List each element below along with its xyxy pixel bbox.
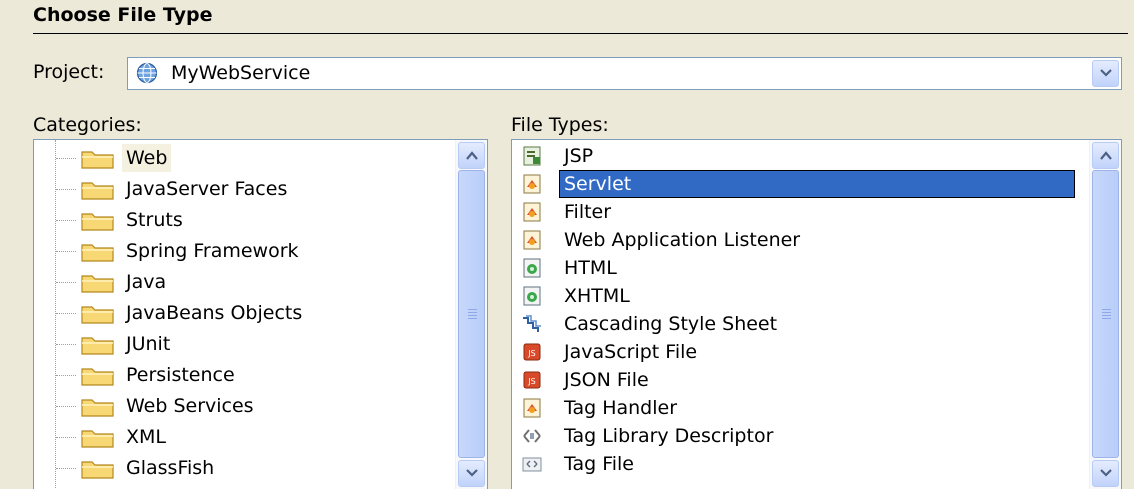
css-icon	[523, 315, 541, 332]
tree-item-label: JavaServer Faces	[126, 178, 288, 200]
scroll-down-button[interactable]	[458, 460, 485, 487]
tree-item[interactable]: Web	[34, 144, 454, 172]
file-type-item[interactable]: Tag Library Descriptor	[512, 422, 1088, 450]
tree-item-label: Persistence	[126, 364, 235, 386]
file-type-item[interactable]: Tag Handler	[512, 394, 1088, 422]
project-dropdown-button[interactable]	[1092, 60, 1119, 87]
file-types-scrollbar[interactable]	[1089, 140, 1121, 489]
file-type-item[interactable]: XHTML	[512, 282, 1088, 310]
chevron-down-icon	[1100, 469, 1112, 477]
tree-item-label: GlassFish	[126, 457, 215, 479]
file-type-item[interactable]: Servlet	[512, 170, 1088, 198]
file-type-item[interactable]: Filter	[512, 198, 1088, 226]
servlet-icon	[523, 174, 541, 194]
svg-text:JS: JS	[527, 377, 535, 386]
folder-icon	[81, 399, 114, 417]
tree-item[interactable]: JUnit	[34, 330, 454, 358]
folder-icon	[81, 275, 114, 293]
folder-icon	[81, 337, 114, 355]
listener-icon	[523, 230, 541, 250]
file-type-item[interactable]: Cascading Style Sheet	[512, 310, 1088, 338]
tree-item-label: XML	[126, 426, 166, 448]
file-type-label: Web Application Listener	[564, 229, 801, 251]
tag-handler-icon	[523, 398, 541, 418]
tree-item[interactable]: JavaBeans Objects	[34, 299, 454, 327]
file-type-label: HTML	[564, 257, 617, 279]
folder-icon	[81, 244, 114, 262]
file-type-label: Tag Library Descriptor	[564, 425, 774, 447]
tree-item-label: Java	[126, 271, 167, 293]
page-title: Choose File Type	[33, 4, 213, 26]
file-types-label: File Types:	[511, 114, 609, 136]
folder-icon	[81, 151, 114, 169]
tree-item-label: Web Services	[126, 395, 254, 417]
file-type-item[interactable]: HTML	[512, 254, 1088, 282]
title-divider	[33, 33, 1128, 34]
scroll-down-button[interactable]	[1092, 460, 1119, 487]
xhtml-icon	[523, 286, 541, 306]
tree-item[interactable]: Spring Framework	[34, 237, 454, 265]
jsp-icon	[523, 146, 541, 166]
file-type-label: Cascading Style Sheet	[564, 313, 778, 335]
folder-icon	[81, 430, 114, 448]
file-type-label: Servlet	[559, 170, 1075, 198]
folder-icon	[81, 368, 114, 386]
project-value: MyWebService	[171, 62, 311, 84]
categories-scrollbar[interactable]	[455, 140, 487, 489]
folder-icon	[81, 182, 114, 200]
file-type-label: XHTML	[564, 285, 630, 307]
chevron-down-icon	[1100, 69, 1112, 77]
categories-tree[interactable]: Web JavaServer Faces Struts Spring Framewor…	[33, 139, 488, 489]
tree-item[interactable]: Struts	[34, 206, 454, 234]
tree-item-label: Web	[122, 144, 172, 172]
file-types-list[interactable]: JSP Servlet Filter Web Application Listener…	[511, 139, 1122, 489]
chevron-up-icon	[1100, 151, 1112, 160]
file-type-label: JSP	[564, 145, 594, 167]
tree-item[interactable]: Web Services	[34, 392, 454, 420]
tag-file-icon	[522, 457, 542, 472]
tree-item[interactable]: XML	[34, 423, 454, 451]
tree-item[interactable]: Persistence	[34, 361, 454, 389]
file-type-item[interactable]: JS JSON File	[512, 366, 1088, 394]
tree-item-label: Struts	[126, 209, 183, 231]
filter-icon	[523, 202, 541, 222]
file-type-item[interactable]: Web Application Listener	[512, 226, 1088, 254]
folder-icon	[81, 213, 114, 231]
svg-text:JS: JS	[527, 349, 535, 358]
file-type-item[interactable]: Tag File	[512, 450, 1088, 478]
js-icon: JS	[523, 343, 541, 361]
tree-item-label: JUnit	[126, 333, 171, 355]
scroll-thumb[interactable]	[1092, 170, 1119, 458]
globe-icon	[136, 62, 158, 84]
file-type-label: Tag Handler	[564, 397, 678, 419]
json-icon: JS	[523, 371, 541, 389]
chevron-down-icon	[466, 469, 478, 477]
categories-label: Categories:	[33, 114, 142, 136]
folder-icon	[81, 461, 114, 479]
tree-item[interactable]: Java	[34, 268, 454, 296]
tree-item-label: Spring Framework	[126, 240, 299, 262]
scroll-up-button[interactable]	[1092, 142, 1119, 169]
tree-item[interactable]: JavaServer Faces	[34, 175, 454, 203]
tree-item-label: JavaBeans Objects	[126, 302, 303, 324]
scroll-up-button[interactable]	[458, 142, 485, 169]
scroll-thumb[interactable]	[458, 170, 485, 458]
html-icon	[523, 258, 541, 278]
file-type-label: Filter	[564, 201, 612, 223]
tld-icon	[523, 429, 541, 443]
chevron-up-icon	[466, 151, 478, 160]
folder-icon	[81, 306, 114, 324]
project-select[interactable]: MyWebService	[127, 57, 1122, 90]
file-type-item[interactable]: JS JavaScript File	[512, 338, 1088, 366]
tree-item[interactable]: GlassFish	[34, 454, 454, 482]
project-label: Project:	[33, 61, 105, 83]
file-type-label: Tag File	[564, 453, 634, 475]
file-type-label: JavaScript File	[564, 341, 698, 363]
file-type-item[interactable]: JSP	[512, 142, 1088, 170]
file-type-label: JSON File	[564, 369, 649, 391]
